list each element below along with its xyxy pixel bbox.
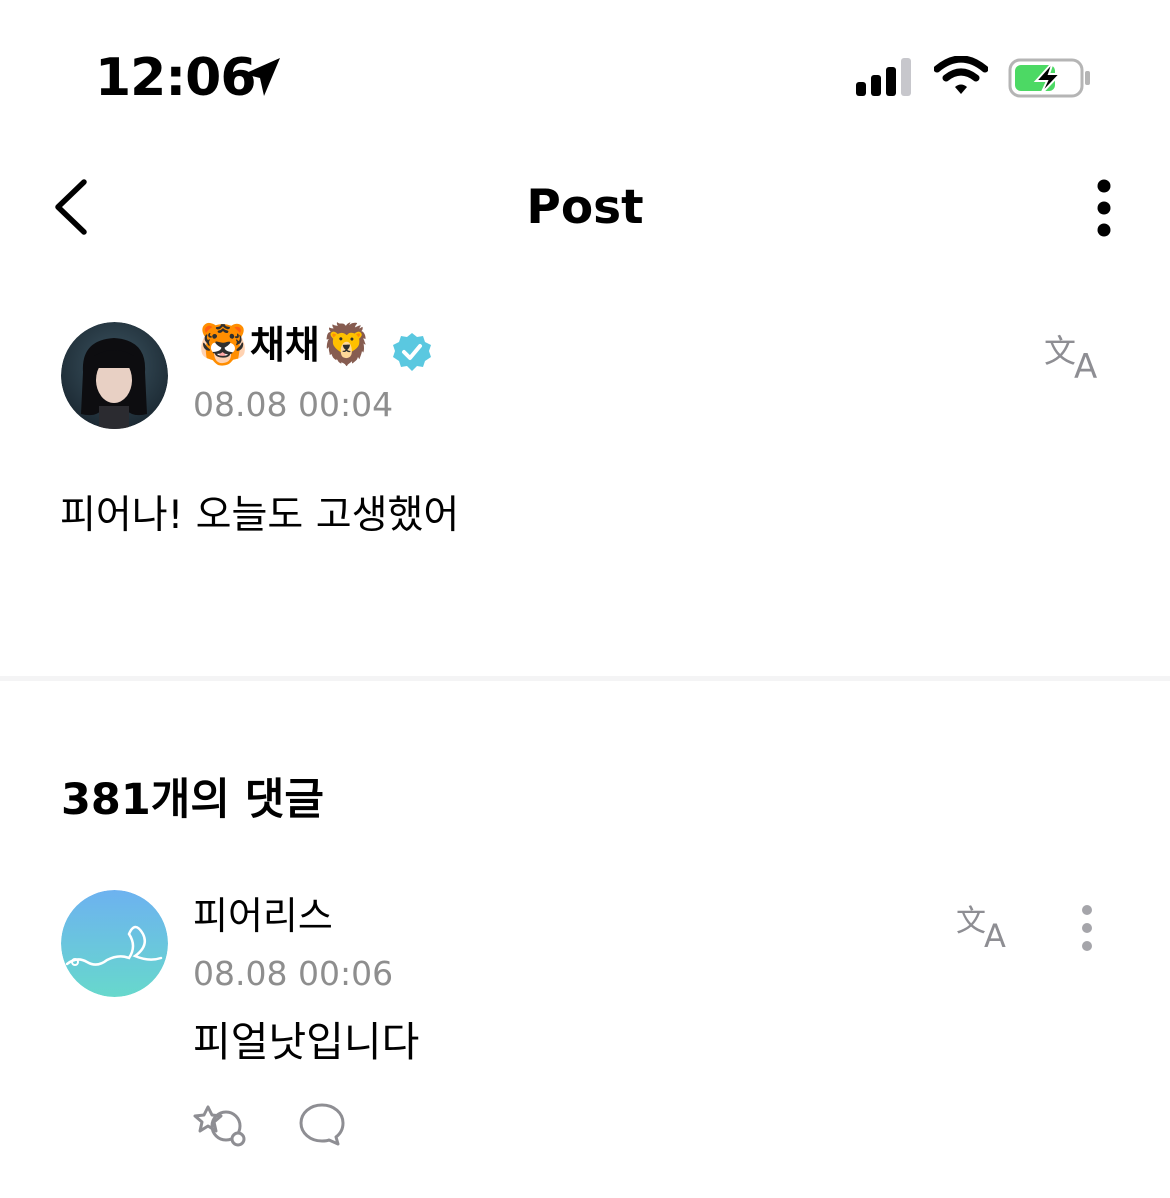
lion-emoji: 🦁 [321, 322, 372, 368]
cellular-signal-icon [856, 58, 911, 96]
location-arrow-icon [244, 58, 280, 96]
wifi-icon [934, 56, 988, 94]
svg-text:A: A [1074, 347, 1097, 382]
reply-bubble-icon[interactable] [298, 1101, 348, 1147]
battery-charging-icon [1008, 58, 1090, 98]
svg-text:A: A [984, 917, 1006, 951]
author-avatar[interactable] [61, 322, 168, 429]
author-name: 채채 [249, 323, 320, 367]
comment-text: 피얼낫입니다 [193, 1018, 420, 1066]
verified-badge-icon [393, 333, 431, 371]
post-timestamp: 08.08 00:04 [193, 385, 394, 424]
translate-icon[interactable]: 文 A [956, 901, 1020, 951]
page-title: Post [526, 180, 644, 235]
comment-more-button[interactable] [1079, 904, 1095, 952]
comment-count: 381개의 댓글 [61, 775, 324, 825]
svg-text:文: 文 [1044, 332, 1076, 370]
comment-timestamp: 08.08 00:06 [193, 954, 394, 993]
author-name-row[interactable]: 🐯 채채 🦁 [198, 318, 372, 372]
svg-text:文: 文 [956, 904, 986, 939]
translate-icon[interactable]: 文 A [1044, 330, 1112, 382]
post-body: 피어나! 오늘도 고생했어 [60, 493, 460, 538]
tiger-emoji: 🐯 [198, 322, 248, 368]
section-divider [0, 676, 1170, 681]
comment-author[interactable]: 피어리스 [193, 891, 333, 941]
add-reaction-icon[interactable] [192, 1101, 248, 1149]
commenter-avatar[interactable] [61, 890, 168, 997]
status-time: 12:06 [95, 48, 257, 108]
more-options-button[interactable] [1094, 178, 1114, 238]
